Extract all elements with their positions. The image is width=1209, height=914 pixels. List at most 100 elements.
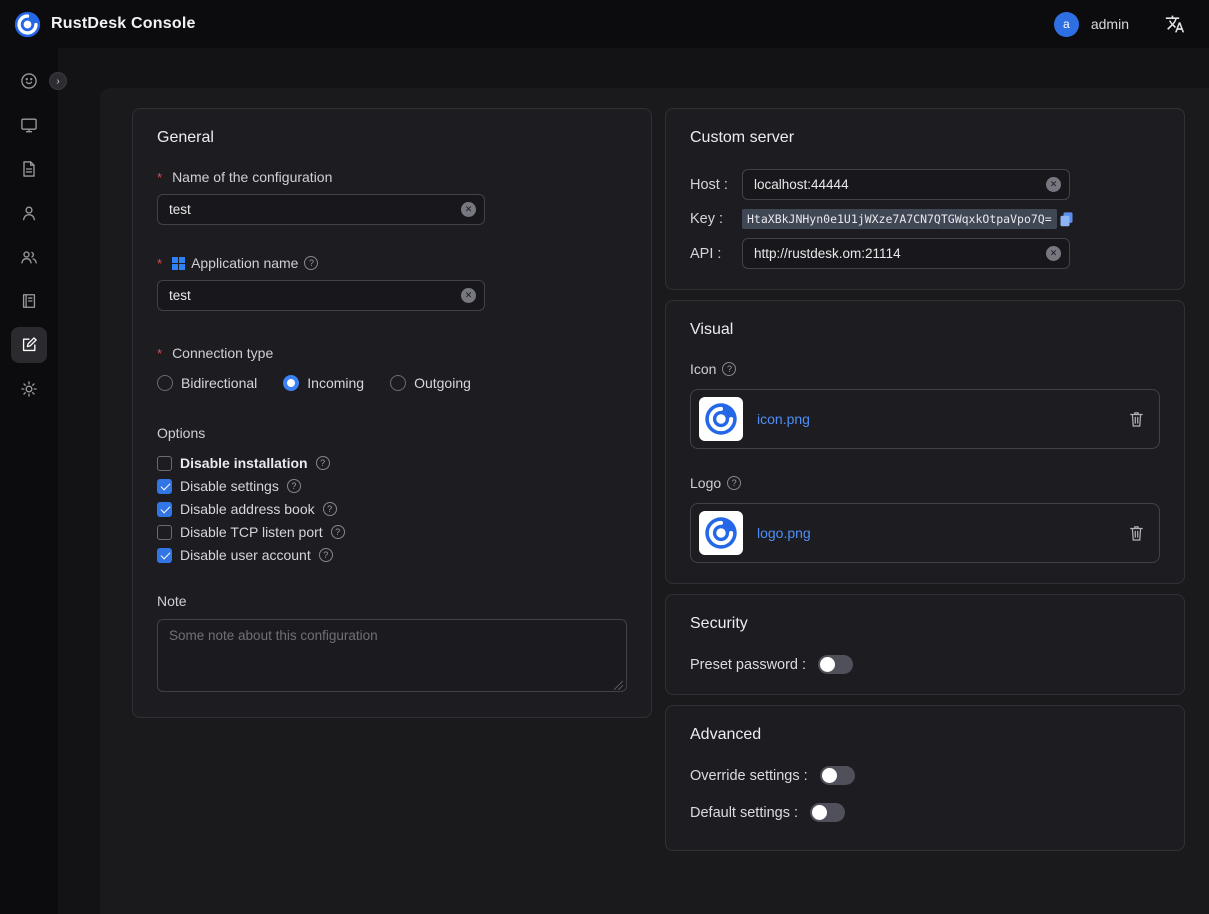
main-area: General * Name of the configuration ✕ * [58, 48, 1209, 914]
checkbox-box [157, 479, 172, 494]
application-name-input[interactable] [157, 280, 485, 311]
config-name-label: * Name of the configuration [157, 169, 627, 185]
radio-circle [390, 375, 406, 391]
monitor-icon [19, 115, 39, 135]
help-icon[interactable]: ? [304, 256, 318, 270]
options-label: Options [157, 425, 627, 441]
user-icon [19, 203, 39, 223]
sidebar-item-settings[interactable] [11, 371, 47, 407]
checkbox-disable-settings[interactable]: Disable settings ? [157, 478, 627, 494]
help-icon[interactable]: ? [287, 479, 301, 493]
api-input[interactable] [742, 238, 1070, 269]
clear-icon[interactable]: ✕ [461, 202, 476, 217]
help-icon[interactable]: ? [316, 456, 330, 470]
checkbox-disable-user-account[interactable]: Disable user account ? [157, 547, 627, 563]
override-settings-toggle[interactable] [820, 766, 855, 785]
security-card: Security Preset password : [665, 594, 1185, 695]
sidebar: › [0, 48, 58, 914]
checkbox-disable-address-book[interactable]: Disable address book ? [157, 501, 627, 517]
icon-label: Icon ? [690, 361, 1160, 377]
sidebar-item-documents[interactable] [11, 151, 47, 187]
sidebar-expand-button[interactable]: › [49, 72, 67, 90]
general-card: General * Name of the configuration ✕ * [132, 108, 652, 718]
help-icon[interactable]: ? [722, 362, 736, 376]
host-label: Host : [690, 177, 742, 193]
general-title: General [157, 129, 627, 147]
sidebar-item-user[interactable] [11, 195, 47, 231]
delete-icon[interactable] [1128, 410, 1145, 428]
default-settings-toggle[interactable] [810, 803, 845, 822]
help-icon[interactable]: ? [319, 548, 333, 562]
radio-incoming[interactable]: Incoming [283, 375, 364, 391]
content-panel: General * Name of the configuration ✕ * [100, 88, 1209, 914]
sidebar-item-status[interactable] [11, 63, 47, 99]
sidebar-item-logs[interactable] [11, 283, 47, 319]
config-name-input[interactable] [157, 194, 485, 225]
checkbox-disable-tcp-listen-port[interactable]: Disable TCP listen port ? [157, 524, 627, 540]
icon-filename-link[interactable]: icon.png [757, 411, 810, 427]
delete-icon[interactable] [1128, 524, 1145, 542]
advanced-card: Advanced Override settings : Default set… [665, 705, 1185, 851]
key-value[interactable]: HtaXBkJNHyn0e1U1jWXze7A7CN7QTGWqxkOtpaVp… [742, 209, 1057, 229]
custom-server-card: Custom server Host : ✕ Key : HtaXBkJNHyn… [665, 108, 1185, 290]
radio-outgoing[interactable]: Outgoing [390, 375, 471, 391]
checkbox-box [157, 502, 172, 517]
radio-bidirectional[interactable]: Bidirectional [157, 375, 257, 391]
visual-card: Visual Icon ? [665, 300, 1185, 584]
required-asterisk: * [157, 346, 162, 361]
clear-icon[interactable]: ✕ [1046, 177, 1061, 192]
advanced-title: Advanced [690, 726, 1160, 744]
visual-title: Visual [690, 321, 1160, 339]
help-icon[interactable]: ? [331, 525, 345, 539]
clear-icon[interactable]: ✕ [461, 288, 476, 303]
radio-circle [157, 375, 173, 391]
logo-preview [699, 511, 743, 555]
edit-icon [19, 335, 39, 355]
smiley-icon [19, 71, 39, 91]
rustdesk-logo-icon [703, 515, 739, 551]
rustdesk-logo-icon [703, 401, 739, 437]
host-input[interactable] [742, 169, 1070, 200]
checkbox-disable-installation[interactable]: Disable installation ? [157, 455, 627, 471]
note-textarea[interactable] [157, 619, 627, 692]
application-name-label: * Application name ? [157, 255, 627, 271]
user-avatar[interactable]: a [1054, 12, 1079, 37]
logo-label: Logo ? [690, 475, 1160, 491]
sidebar-item-groups[interactable] [11, 239, 47, 275]
preset-password-toggle[interactable] [818, 655, 853, 674]
required-asterisk: * [157, 256, 162, 271]
rustdesk-logo-icon [14, 11, 41, 38]
preset-password-label: Preset password : [690, 657, 806, 673]
copy-icon[interactable] [1059, 211, 1074, 228]
translate-icon[interactable] [1165, 14, 1185, 34]
options-list: Disable installation ? Disable settings … [157, 455, 627, 563]
help-icon[interactable]: ? [323, 502, 337, 516]
username[interactable]: admin [1091, 16, 1129, 32]
logbook-icon [19, 291, 39, 311]
help-icon[interactable]: ? [727, 476, 741, 490]
app-title: RustDesk Console [51, 15, 196, 33]
note-label: Note [157, 593, 627, 609]
clear-icon[interactable]: ✕ [1046, 246, 1061, 261]
sidebar-item-devices[interactable] [11, 107, 47, 143]
checkbox-box [157, 548, 172, 563]
windows-icon [172, 257, 185, 270]
connection-type-label: * Connection type [157, 345, 627, 361]
key-label: Key : [690, 211, 742, 227]
settings-gear-icon [19, 379, 39, 399]
default-settings-label: Default settings : [690, 805, 798, 821]
logo-file-row: logo.png [690, 503, 1160, 563]
logo-filename-link[interactable]: logo.png [757, 525, 811, 541]
override-settings-label: Override settings : [690, 768, 808, 784]
icon-preview [699, 397, 743, 441]
radio-circle [283, 375, 299, 391]
document-icon [19, 159, 39, 179]
api-label: API : [690, 246, 742, 262]
connection-type-group: Bidirectional Incoming Outgoing [157, 375, 627, 391]
sidebar-item-custom-clients[interactable] [11, 327, 47, 363]
top-bar: RustDesk Console a admin [0, 0, 1209, 48]
users-icon [19, 247, 39, 267]
required-asterisk: * [157, 170, 162, 185]
security-title: Security [690, 615, 1160, 633]
custom-server-title: Custom server [690, 129, 1160, 147]
